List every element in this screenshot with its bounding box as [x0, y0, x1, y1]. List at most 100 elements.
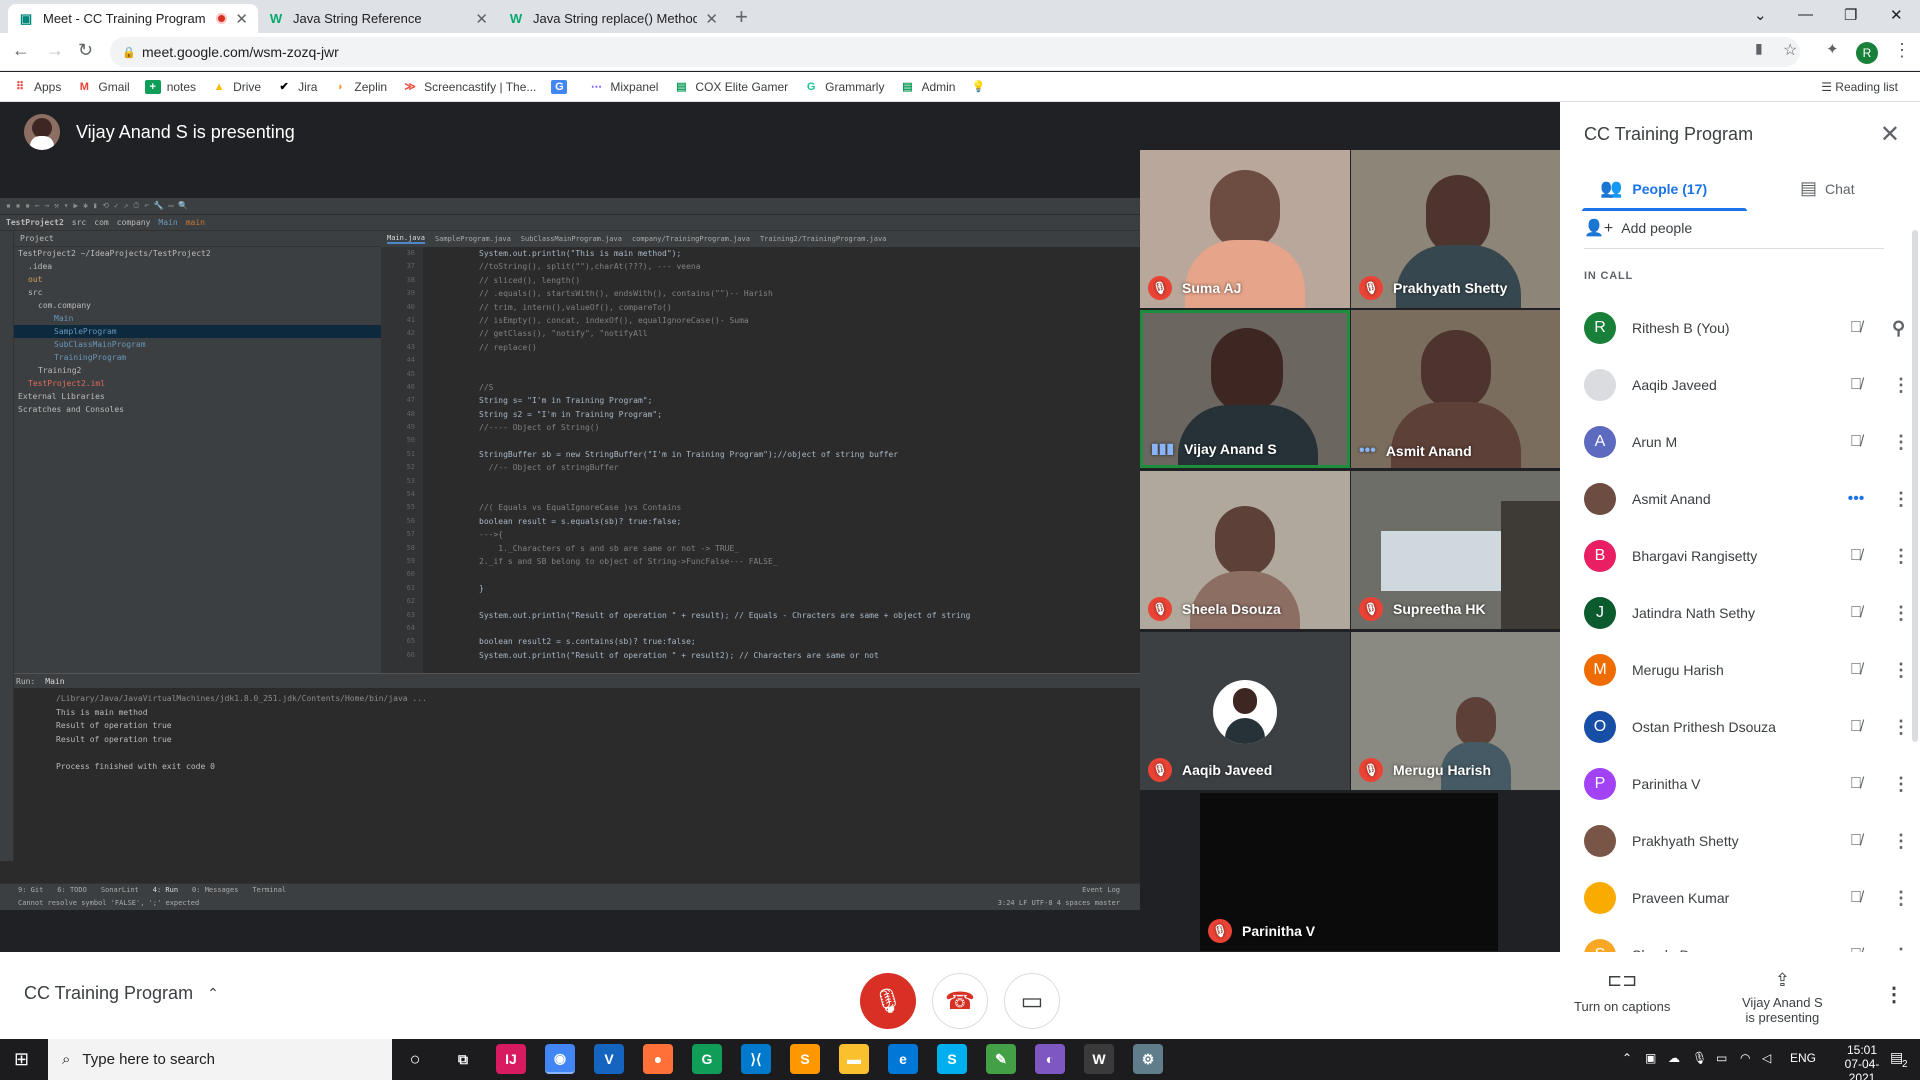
notepad-icon[interactable]: ✎ — [986, 1044, 1016, 1074]
bookmark-lightbulb[interactable]: 💡 — [970, 80, 992, 94]
taskbar-search[interactable]: ⌕ Type here to search — [48, 1039, 392, 1080]
settings-app-icon[interactable]: ⚙ — [1133, 1044, 1163, 1074]
pin-icon[interactable]: ⚲ — [1892, 318, 1905, 339]
eclipse-icon[interactable]: ◐ — [1035, 1044, 1065, 1074]
participant-row[interactable]: Asmit Anand ••• ⋮ — [1584, 471, 1910, 527]
participant-row[interactable]: J Jatindra Nath Sethy 🎙̸ ⋮ — [1584, 585, 1910, 641]
tray-cloud-icon[interactable]: ☁ — [1668, 1051, 1680, 1065]
virtualbox-icon[interactable]: V — [594, 1044, 624, 1074]
edge-icon[interactable]: e — [888, 1044, 918, 1074]
close-tab-icon[interactable]: ✕ — [475, 10, 488, 28]
video-tile[interactable]: 🎙 Aaqib Javeed — [1140, 632, 1350, 790]
close-tab-icon[interactable]: ✕ — [705, 10, 718, 28]
participant-row[interactable]: Prakhyath Shetty 🎙̸ ⋮ — [1584, 813, 1910, 869]
video-tile[interactable]: ••• Asmit Anand — [1351, 310, 1561, 468]
forward-button[interactable]: → — [46, 40, 64, 61]
participant-row[interactable]: O Ostan Prithesh Dsouza 🎙̸ ⋮ — [1584, 699, 1910, 755]
bookmark-jira[interactable]: ✔ Jira — [276, 80, 317, 94]
minimize-button[interactable]: — — [1798, 6, 1813, 23]
tray-mic-icon[interactable]: 🎙 — [1692, 1051, 1707, 1065]
participant-row[interactable]: Praveen Kumar 🎙̸ ⋮ — [1584, 870, 1910, 926]
gitkraken-icon[interactable]: G — [692, 1044, 722, 1074]
bookmark-translate[interactable]: G — [551, 79, 573, 94]
leave-call-button[interactable]: ☎ — [932, 973, 988, 1029]
more-options-icon[interactable]: ⋮ — [1892, 489, 1910, 510]
close-window-button[interactable]: ✕ — [1890, 6, 1903, 24]
camera-icon[interactable]: ▮ — [1755, 40, 1763, 57]
task-view-icon[interactable]: ⧉ — [448, 1044, 478, 1074]
bookmark-zeplin[interactable]: ◗ Zeplin — [332, 80, 387, 94]
more-options-icon[interactable]: ⋮ — [1892, 888, 1910, 909]
profile-avatar[interactable]: R — [1856, 42, 1878, 64]
chrome-icon[interactable]: ◉ — [545, 1044, 575, 1074]
more-options-icon[interactable]: ⋮ — [1884, 982, 1904, 1007]
add-people-button[interactable]: 👤+ Add people — [1584, 218, 1692, 238]
more-options-icon[interactable]: ⋮ — [1892, 831, 1910, 852]
more-options-icon[interactable]: ⋮ — [1892, 774, 1910, 795]
more-options-icon[interactable]: ⋮ — [1892, 432, 1910, 453]
mic-toggle-button[interactable]: 🎙 — [860, 973, 916, 1029]
menu-icon[interactable]: ⋮ — [1893, 40, 1911, 61]
tab-people[interactable]: 👥 People (17) — [1600, 178, 1707, 199]
more-options-icon[interactable]: ⋮ — [1892, 660, 1910, 681]
tab-search-icon[interactable]: ⌄ — [1754, 6, 1767, 24]
participant-row[interactable]: Aaqib Javeed 🎙̸ ⋮ — [1584, 357, 1910, 413]
language-indicator[interactable]: ENG — [1790, 1051, 1816, 1065]
more-options-icon[interactable]: ⋮ — [1892, 546, 1910, 567]
file-explorer-icon[interactable]: ▬ — [839, 1044, 869, 1074]
tab-chat[interactable]: ▤ Chat — [1800, 178, 1855, 199]
participant-row[interactable]: R Rithesh B (You) 🎙̸ ⚲ — [1584, 300, 1905, 356]
clock[interactable]: 15:01 07-04-2021 — [1834, 1043, 1890, 1080]
back-button[interactable]: ← — [12, 40, 30, 61]
tray-volume-icon[interactable]: ◁ — [1762, 1051, 1771, 1065]
participant-row[interactable]: M Merugu Harish 🎙̸ ⋮ — [1584, 642, 1910, 698]
bookmark-apps[interactable]: ⠿ Apps — [12, 80, 61, 94]
tray-device-icon[interactable]: ▣ — [1645, 1051, 1656, 1065]
tab-java-string-reference[interactable]: W Java String Reference ✕ — [258, 4, 498, 33]
tab-meet[interactable]: ▣ Meet - CC Training Program ✕ — [8, 4, 258, 33]
maximize-button[interactable]: ❐ — [1844, 6, 1857, 24]
video-tile[interactable]: 🎙 Suma AJ — [1140, 150, 1350, 308]
bookmark-cox-elite-gamer[interactable]: ▤ COX Elite Gamer — [673, 80, 788, 94]
intellij-icon[interactable]: IJ — [496, 1044, 526, 1074]
panel-scrollbar[interactable] — [1912, 230, 1918, 742]
windows-start-icon[interactable]: ⊞ — [14, 1049, 29, 1070]
camera-toggle-button[interactable]: ▭ — [1004, 973, 1060, 1029]
more-options-icon[interactable]: ⋮ — [1892, 603, 1910, 624]
more-options-icon[interactable]: ⋮ — [1892, 375, 1910, 396]
captions-button[interactable]: ⊏⊐ Turn on captions — [1574, 970, 1670, 1014]
reload-button[interactable]: ↻ — [78, 40, 93, 61]
participant-row[interactable]: P Parinitha V 🎙̸ ⋮ — [1584, 756, 1910, 812]
close-tab-icon[interactable]: ✕ — [235, 10, 248, 28]
cortana-icon[interactable]: ○ — [400, 1044, 430, 1074]
bookmark-gmail[interactable]: M Gmail — [76, 80, 130, 94]
new-tab-button[interactable]: + — [735, 4, 748, 30]
presenting-button[interactable]: ⇪ Vijay Anand S is presenting — [1742, 970, 1823, 1025]
vscode-icon[interactable]: ⟩⟨ — [741, 1044, 771, 1074]
bookmark-admin[interactable]: ▤ Admin — [899, 80, 955, 94]
skype-icon[interactable]: S — [937, 1044, 967, 1074]
bookmark-notes[interactable]: + notes — [144, 79, 196, 94]
tab-java-string-replace[interactable]: W Java String replace() Method ✕ — [498, 4, 728, 33]
bookmark-screencastify[interactable]: ≫ Screencastify | The... — [402, 80, 536, 94]
tray-wifi-icon[interactable]: ◠ — [1740, 1051, 1750, 1065]
bookmark-star-icon[interactable]: ☆ — [1783, 40, 1797, 60]
video-tile[interactable]: 🎙 Parinitha V — [1200, 793, 1498, 951]
sublime-icon[interactable]: S — [790, 1044, 820, 1074]
participant-row[interactable]: A Arun M 🎙̸ ⋮ — [1584, 414, 1910, 470]
address-bar[interactable]: 🔒 meet.google.com/wsm-zozq-jwr — [110, 37, 1800, 67]
participant-row[interactable]: B Bhargavi Rangisetty 🎙̸ ⋮ — [1584, 528, 1910, 584]
firefox-icon[interactable]: ● — [643, 1044, 673, 1074]
bookmark-mixpanel[interactable]: ⋯ Mixpanel — [588, 80, 659, 94]
meeting-details-button[interactable]: CC Training Program ⌃ — [24, 983, 219, 1004]
video-tile[interactable]: 🎙 Merugu Harish — [1351, 632, 1561, 790]
reading-list[interactable]: ☰ Reading list — [1821, 80, 1898, 94]
tray-chevron-icon[interactable]: ⌃ — [1622, 1051, 1632, 1065]
video-tile[interactable]: 🎙 Prakhyath Shetty — [1351, 150, 1561, 308]
bookmark-drive[interactable]: ▲ Drive — [211, 80, 261, 94]
close-panel-button[interactable]: ✕ — [1880, 120, 1900, 149]
tray-battery-icon[interactable]: ▭ — [1716, 1051, 1727, 1065]
webstorm-icon[interactable]: W — [1084, 1044, 1114, 1074]
bookmark-grammarly[interactable]: G Grammarly — [803, 80, 885, 94]
video-tile[interactable]: ▮▮▮ Vijay Anand S — [1140, 310, 1350, 468]
